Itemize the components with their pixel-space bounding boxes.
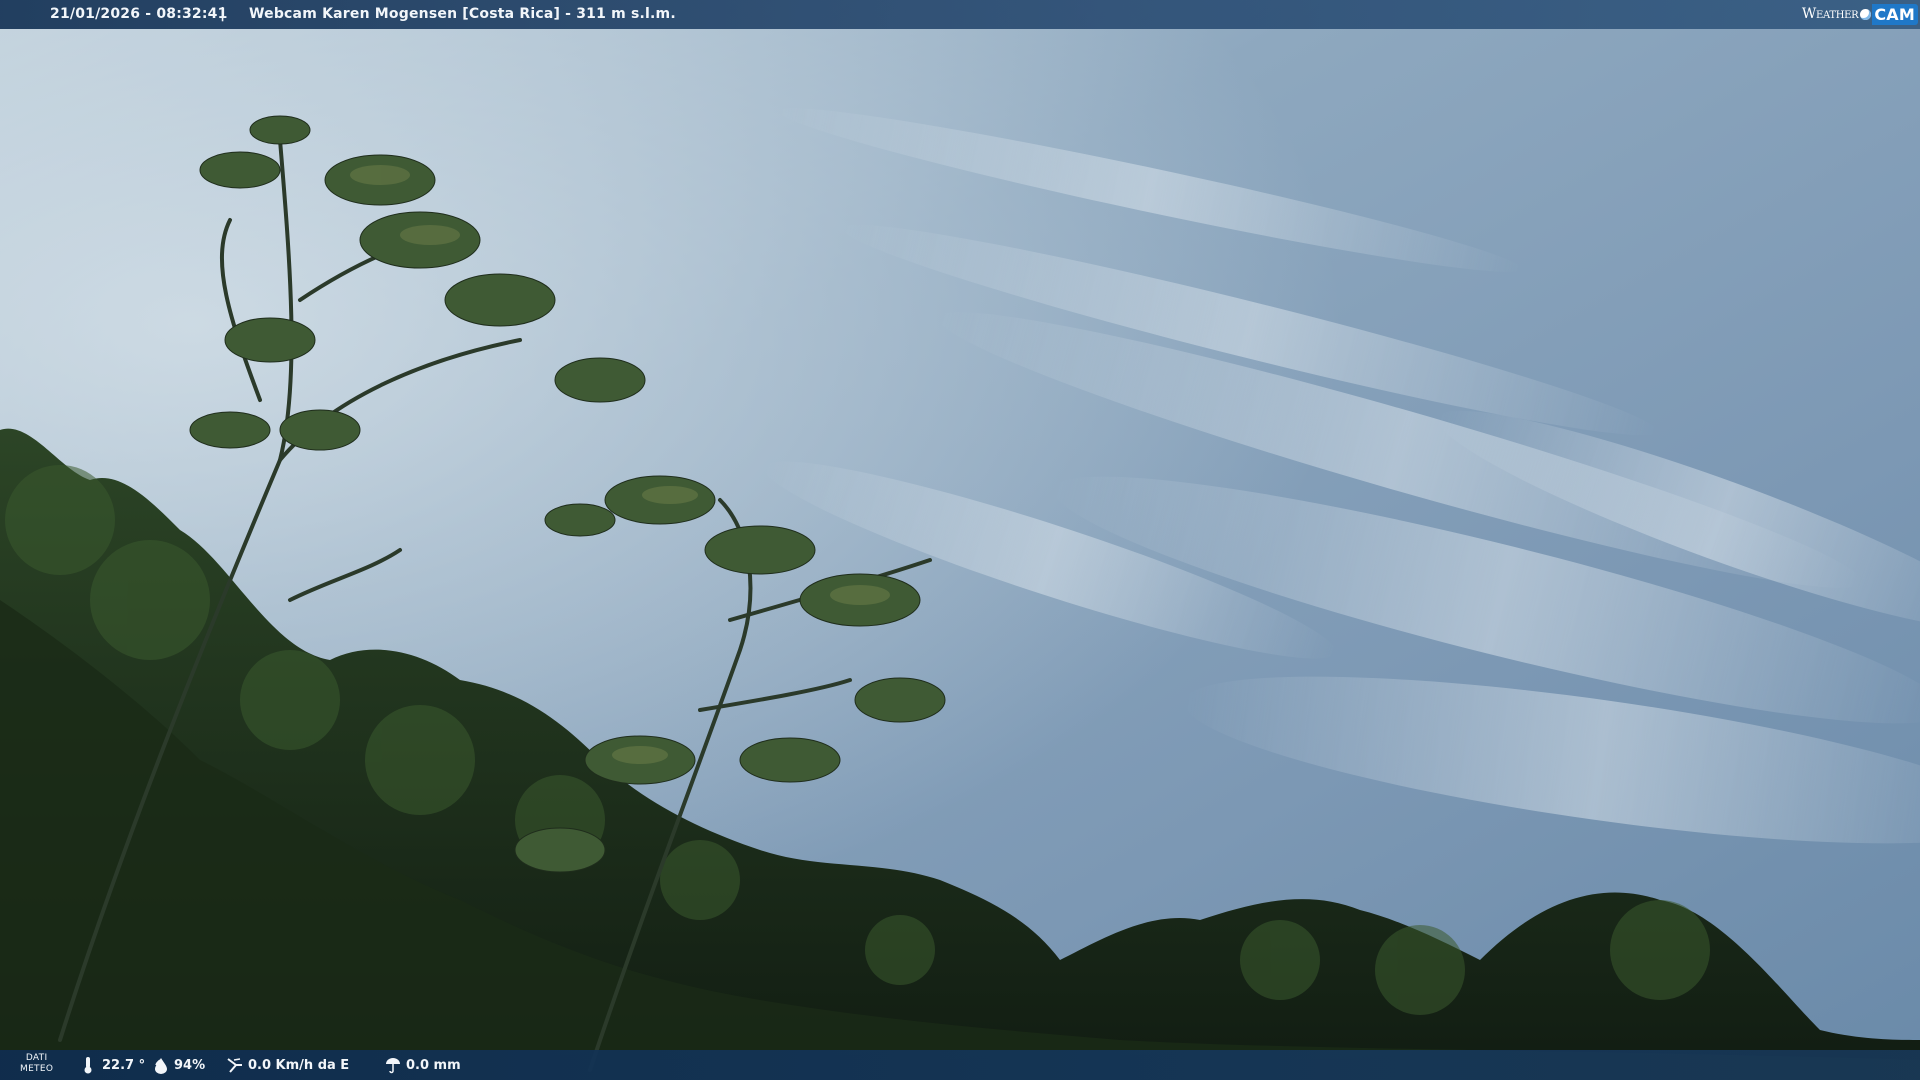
dati-label-line2: METEO bbox=[20, 1064, 54, 1074]
drop-icon bbox=[152, 1056, 168, 1074]
wind-readout: 0.0 Km/h da E bbox=[226, 1056, 349, 1074]
dati-meteo-label: DATI METEO bbox=[20, 1053, 53, 1075]
humidity-value: 94% bbox=[174, 1057, 206, 1073]
header-separator: | bbox=[220, 6, 226, 22]
brand-cam: CAM bbox=[1872, 3, 1918, 25]
brand-weather: Weather bbox=[1801, 6, 1859, 22]
weather-data-bar: DATI METEO 22.7 ° 94% 0.0 Km/h da E 0.0 … bbox=[0, 1050, 1920, 1080]
rain-value: 0.0 mm bbox=[406, 1057, 461, 1073]
temperature-value: 22.7 ° bbox=[102, 1057, 146, 1073]
webcam-image bbox=[0, 0, 1920, 1080]
humidity-readout: 94% bbox=[152, 1056, 205, 1074]
logo-dot-icon bbox=[1860, 8, 1872, 20]
top-info-bar: 21/01/2026 - 08:32:41 | Webcam Karen Mog… bbox=[0, 0, 1920, 29]
thermometer-icon bbox=[80, 1056, 96, 1074]
webcam-frame: 21/01/2026 - 08:32:41 | Webcam Karen Mog… bbox=[0, 0, 1920, 1080]
temperature-readout: 22.7 ° bbox=[80, 1056, 145, 1074]
rain-icon bbox=[384, 1056, 400, 1074]
wind-value: 0.0 Km/h da E bbox=[248, 1057, 350, 1073]
dati-label-line1: DATI bbox=[25, 1053, 48, 1063]
rain-readout: 0.0 mm bbox=[384, 1056, 461, 1074]
weathercam-logo: Weather CAM bbox=[1802, 2, 1918, 26]
timestamp: 21/01/2026 - 08:32:41 bbox=[50, 6, 228, 22]
webcam-title: Webcam Karen Mogensen [Costa Rica] - 311… bbox=[249, 6, 676, 22]
wind-icon bbox=[226, 1056, 242, 1074]
